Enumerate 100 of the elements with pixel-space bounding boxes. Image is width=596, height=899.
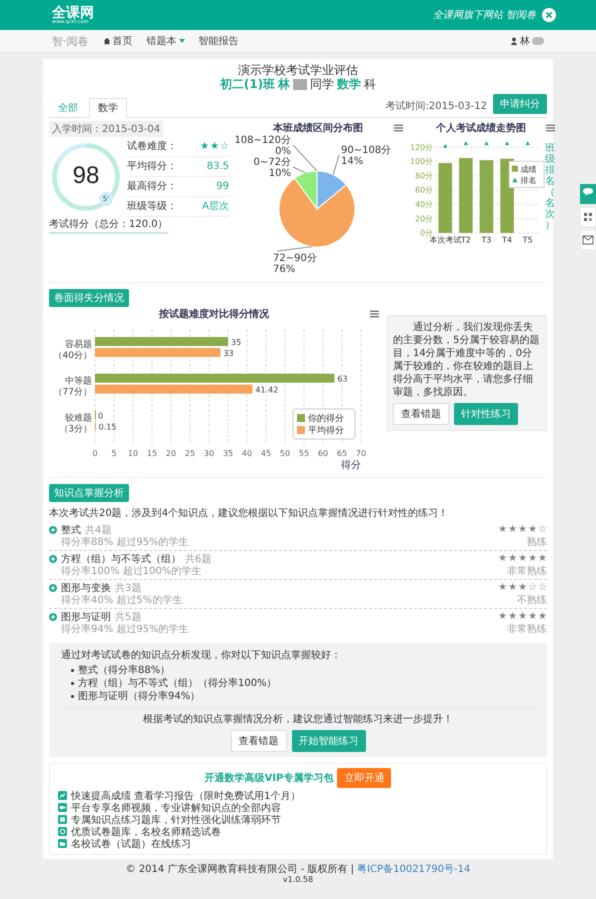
stat-label: 平均得分： xyxy=(127,160,177,174)
copyright-text: © 2014 广东全课网教育科技有限公司 - 版权所有 | 粤ICP备10021790号-14 xyxy=(124,864,472,876)
axis-tick-label: 40 xyxy=(242,448,252,458)
nav-link[interactable]: 智能报告 xyxy=(198,34,238,48)
student-name: 林 xyxy=(278,77,290,92)
version-text: v1.0.58 xyxy=(282,875,314,884)
qr-code-icon[interactable] xyxy=(580,207,596,227)
score-rate: 得分率88% 超过95%的学生 xyxy=(61,536,189,549)
stat-label: 最高得分： xyxy=(127,180,177,194)
mastery-status: 熟练 xyxy=(527,536,547,549)
axis-category-label: T5 xyxy=(522,235,533,244)
strong-point: 方程（组）与不等式（组）（得分率100%） xyxy=(78,676,277,690)
axis-tick-label: 5 xyxy=(111,448,117,458)
icp-link[interactable]: 粤ICP备10021790号-14 xyxy=(357,864,470,875)
benefit-text: 名校试卷（试题）在线练习 xyxy=(71,838,191,851)
bar-value-label: 0 xyxy=(98,411,104,420)
axis-tick-label: 60 xyxy=(318,448,328,458)
legend-label: 你的得分 xyxy=(308,414,344,424)
section-badge: 卷面得失分情况 xyxy=(49,288,129,307)
benefit-text: 优质试卷题库，名校名师精选试卷 xyxy=(71,826,221,838)
bar-value-label: 63 xyxy=(337,374,348,384)
stat-label: 班级等级： xyxy=(127,200,177,214)
expand-icon[interactable] xyxy=(49,584,57,592)
axis-category-label: 较难题（3分） xyxy=(59,413,92,434)
axis-tick-label: 120分 xyxy=(410,142,434,152)
knowledge-name[interactable]: 图形与证明 xyxy=(61,610,111,624)
slice-label: 72~90分 76% xyxy=(273,252,317,275)
user-menu[interactable]: 林 xyxy=(510,34,544,48)
bar-value-label: 35 xyxy=(231,338,242,347)
user-icon xyxy=(510,37,518,45)
axis-title: 班级排名（名次） xyxy=(545,142,555,231)
axis-tick-label: 80分 xyxy=(415,171,434,180)
book-icon xyxy=(58,815,67,824)
axis-tick-label: 55 xyxy=(298,448,310,458)
axis-tick-label: 50 xyxy=(280,448,290,458)
expand-icon[interactable] xyxy=(49,526,57,534)
close-icon[interactable] xyxy=(542,8,556,22)
axis-tick-label: 0 xyxy=(92,448,98,458)
axis-tick-label: 60分 xyxy=(415,186,434,195)
axis-tick-label: 0分 xyxy=(420,228,434,238)
benefit-text: 快速提高成绩 查看学习报告（限时免费试用1个月） xyxy=(71,790,301,802)
question-count: 共5题 xyxy=(115,610,142,624)
action-button[interactable]: 查看错题 xyxy=(393,402,449,425)
menu-icon[interactable] xyxy=(370,310,379,318)
leader-line xyxy=(276,246,313,252)
axis-tick-label: 40分 xyxy=(415,200,434,209)
menu-icon[interactable] xyxy=(546,124,555,132)
redacted-mark xyxy=(293,79,308,90)
axis-tick-label: 10 xyxy=(128,448,138,458)
menu-icon[interactable] xyxy=(394,124,403,132)
analysis-text: 通过分析，我们发现你丢失的主要分数，5分属于较容易的题目，14分属于难度中等的，0分属于较难的，你在较难的题目上得分高于平均水平，请您多仔细审题，多找原因。 xyxy=(393,320,540,399)
axis-tick-label: 20 xyxy=(166,448,176,458)
exam-date: 考试时间:2015-03-12 xyxy=(386,100,487,113)
summary-intro: 通过对考试试卷的知识点分析发现，你对以下知识点掌握较好： xyxy=(61,648,342,662)
knowledge-name[interactable]: 整式 xyxy=(61,522,81,537)
axis-category-label: 中等题（77分） xyxy=(54,376,92,398)
leader-line xyxy=(332,154,340,175)
chart-title: 个人考试成绩走势图 xyxy=(436,122,526,135)
chart-title: 本班成绩区间分布图 xyxy=(273,122,363,135)
subject-suffix: 科 xyxy=(364,77,376,92)
stat-value: 83.5 xyxy=(206,160,229,172)
axis-category-label: 容易题（40分） xyxy=(54,340,92,361)
score-rate: 得分率100% 超过100%的学生 xyxy=(61,564,202,578)
mastery-stars: ★★★★☆ xyxy=(498,524,547,536)
role-label: 同学 xyxy=(310,77,334,92)
mastery-status: 非常熟练 xyxy=(507,564,547,578)
legend-label: 平均得分 xyxy=(308,426,344,436)
expand-icon[interactable] xyxy=(49,554,57,563)
bar-value-label: 41.42 xyxy=(255,385,278,394)
question-count: 共6题 xyxy=(185,552,212,566)
axis-tick-label: 45 xyxy=(260,448,272,458)
axis-tick-label: 30 xyxy=(204,448,214,458)
score-value: 98 xyxy=(72,162,100,190)
nav-link[interactable]: 错题本 xyxy=(146,34,184,48)
chat-icon[interactable] xyxy=(580,184,596,204)
mastery-status: 非常熟练 xyxy=(507,622,547,636)
tagline: 全课网旗下网站 智阅卷 xyxy=(432,8,536,22)
legend-label: 排名 xyxy=(520,176,537,185)
stat-value: 99 xyxy=(216,180,229,192)
knowledge-name[interactable]: 方程（组）与不等式（组） xyxy=(61,552,181,566)
action-button[interactable]: 查看错题 xyxy=(230,730,286,752)
benefit-text: 平台专享名师视频，专业讲解知识点的全部内容 xyxy=(71,802,281,814)
caret-icon xyxy=(178,39,184,43)
axis-tick-label: 25 xyxy=(184,448,196,458)
legend-label: 成绩 xyxy=(520,164,537,174)
nav-link[interactable]: 首页 xyxy=(102,34,132,48)
bar-value-label: 0.15 xyxy=(98,422,116,432)
chart-icon xyxy=(58,791,67,800)
subject-name: 数学 xyxy=(337,77,362,92)
subject-tab[interactable]: 数学 xyxy=(89,98,127,118)
mastery-stars: ★★★★★ xyxy=(498,611,547,622)
report-title: 演示学校考试学业评估 xyxy=(237,63,359,78)
bar-value-label: 33 xyxy=(223,348,234,358)
chart-title: 按试题难度对比得分情况 xyxy=(159,307,269,321)
expand-icon[interactable] xyxy=(49,612,57,621)
mail-icon[interactable] xyxy=(580,230,596,250)
enroll-date-tag: 入学时间：2015-03-04 xyxy=(49,120,164,137)
knowledge-name[interactable]: 图形与变换 xyxy=(61,580,111,595)
axis-category-label: T2 xyxy=(460,235,471,244)
slice-label: 0~72分 10% xyxy=(254,156,291,179)
